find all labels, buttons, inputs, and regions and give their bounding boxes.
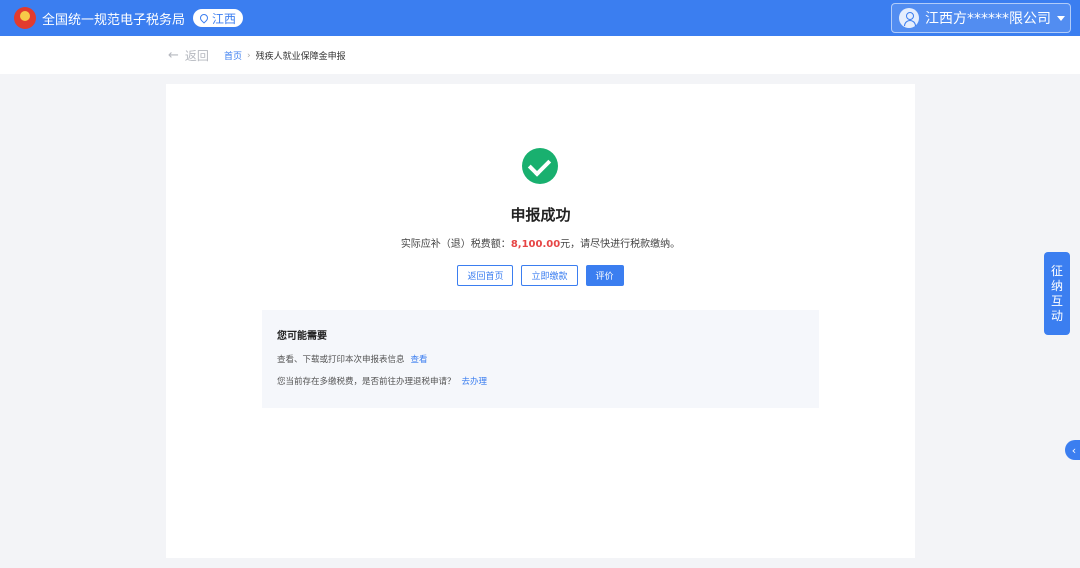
suggestion-text: 您当前存在多缴税费，是否前往办理退税申请？ xyxy=(277,377,456,387)
breadcrumb: 首页 › 残疾人就业保障金申报 xyxy=(224,49,346,63)
chevron-left-icon: ‹ xyxy=(1071,443,1077,457)
region-label: 江西 xyxy=(212,11,237,26)
rate-button[interactable]: 评价 xyxy=(585,265,624,286)
return-home-button[interactable]: 返回首页 xyxy=(457,265,514,286)
side-tab-char: 纳 xyxy=(1050,278,1063,293)
side-tab-char: 动 xyxy=(1050,308,1063,323)
result-card: 申报成功 实际应补（退）税费额：8,100.00元，请尽快进行税款缴纳。 返回首… xyxy=(166,84,915,558)
view-link[interactable]: 查看 xyxy=(411,355,428,365)
message-prefix: 实际应补（退）税费额： xyxy=(400,239,511,250)
nav-bar: ← 返回 首页 › 残疾人就业保障金申报 xyxy=(0,36,1080,74)
interaction-side-tab[interactable]: 征 纳 互 动 xyxy=(1044,252,1070,335)
region-selector[interactable]: 江西 xyxy=(193,9,244,27)
user-avatar-icon xyxy=(899,8,919,28)
suggestion-panel: 您可能需要 查看、下载或打印本次申报表信息 查看 您当前存在多缴税费，是否前往办理… xyxy=(262,310,819,408)
action-buttons: 返回首页 立即缴款 评价 xyxy=(166,265,915,286)
breadcrumb-current: 残疾人就业保障金申报 xyxy=(255,52,346,62)
tax-emblem-logo xyxy=(14,7,36,29)
back-button[interactable]: ← 返回 xyxy=(168,47,209,64)
check-circle-icon xyxy=(522,148,558,184)
go-handle-link[interactable]: 去办理 xyxy=(462,377,488,387)
suggestion-item: 查看、下载或打印本次申报表信息 查看 xyxy=(277,353,804,365)
user-menu[interactable]: 江西方******限公司 xyxy=(891,3,1071,33)
back-label: 返回 xyxy=(184,49,209,63)
suggestion-title: 您可能需要 xyxy=(277,331,327,342)
result-title: 申报成功 xyxy=(510,206,571,224)
suggestion-item: 您当前存在多缴税费，是否前往办理退税申请？ 去办理 xyxy=(277,375,804,387)
side-tab-char: 互 xyxy=(1050,293,1063,308)
message-suffix: 元，请尽快进行税款缴纳。 xyxy=(560,239,681,250)
collapse-toggle[interactable]: ‹ xyxy=(1065,440,1080,460)
tax-amount: 8,100.00 xyxy=(510,239,561,250)
breadcrumb-home[interactable]: 首页 xyxy=(224,49,242,62)
arrow-left-icon: ← xyxy=(168,48,179,63)
result-message: 实际应补（退）税费额：8,100.00元，请尽快进行税款缴纳。 xyxy=(166,235,915,250)
site-title[interactable]: 全国统一规范电子税务局 xyxy=(42,9,185,28)
caret-down-icon xyxy=(1057,15,1065,21)
location-pin-icon xyxy=(198,12,210,24)
top-header: 全国统一规范电子税务局 江西 江西方******限公司 xyxy=(0,0,1080,36)
breadcrumb-separator: › xyxy=(247,50,251,61)
pay-now-button[interactable]: 立即缴款 xyxy=(521,265,578,286)
side-tab-char: 征 xyxy=(1050,263,1063,278)
user-name: 江西方******限公司 xyxy=(925,11,1051,27)
suggestion-text: 查看、下载或打印本次申报表信息 xyxy=(277,355,405,365)
